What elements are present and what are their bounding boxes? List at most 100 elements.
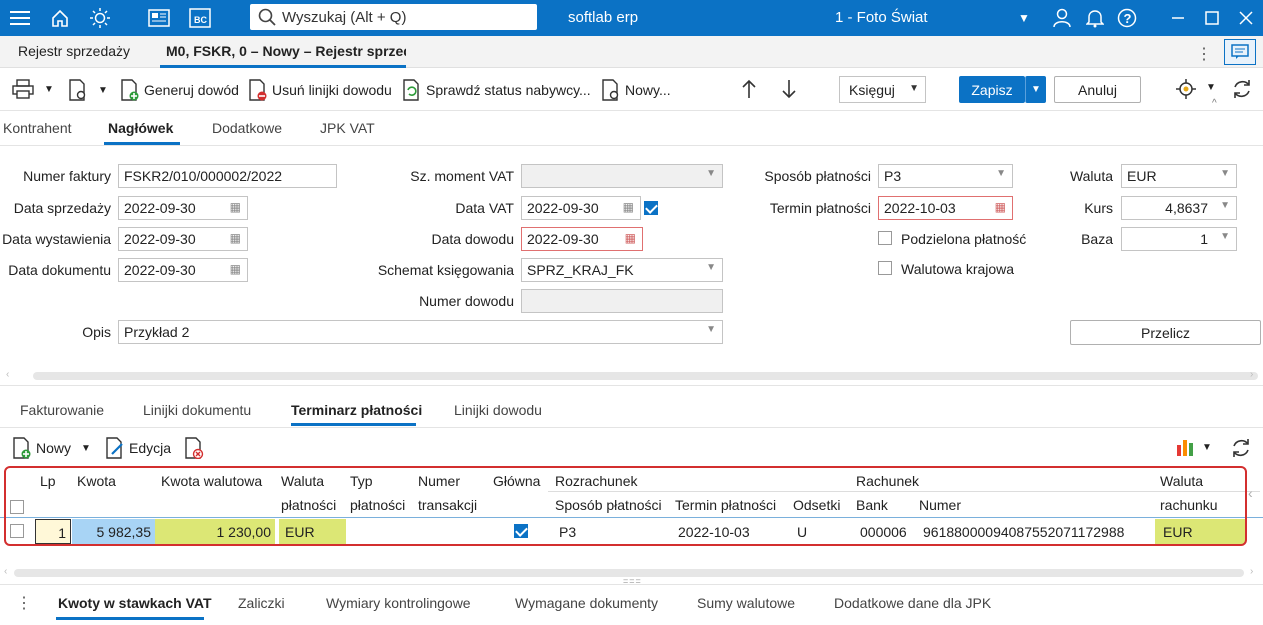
cell-transaction-number[interactable] (418, 519, 478, 544)
col-bank[interactable]: Bank (856, 497, 888, 513)
print-button[interactable]: ▼ (12, 79, 54, 99)
chat-icon[interactable] (1224, 39, 1256, 65)
tab-document-lines[interactable]: Linijki dokumentu (143, 402, 251, 418)
company-dropdown-icon[interactable]: ▼ (1012, 6, 1036, 30)
proof-date-field[interactable]: 2022-09-30 ▦ (521, 227, 643, 251)
select-all-checkbox[interactable] (10, 500, 24, 514)
tab-currency-totals[interactable]: Sumy walutowe (697, 595, 795, 611)
collapse-icon[interactable]: ^ (1212, 98, 1217, 109)
tab-vat-rate-amounts[interactable]: Kwoty w stawkach VAT (58, 595, 212, 611)
due-date-field[interactable]: 2022-10-03 ▦ (878, 196, 1013, 220)
row-checkbox[interactable] (10, 524, 24, 538)
chevron-down-icon[interactable]: ▼ (1202, 442, 1212, 453)
calendar-icon[interactable]: ▦ (623, 200, 634, 214)
calendar-icon[interactable]: ▦ (625, 231, 636, 245)
cell-payment-currency[interactable]: EUR (279, 519, 346, 544)
col-lp[interactable]: Lp (40, 473, 56, 489)
search-input[interactable]: Wyszukaj (Alt + Q) (250, 4, 537, 30)
col-main[interactable]: Główna (493, 473, 540, 489)
delete-row-icon[interactable] (184, 437, 204, 462)
description-select[interactable]: Przykład 2 ▼ (118, 320, 723, 344)
col-payment-currency[interactable]: Waluta (281, 473, 324, 489)
tab-payment-schedule[interactable]: Terminarz płatności (291, 402, 422, 418)
col-amount[interactable]: Kwota (77, 473, 116, 489)
col-due-date[interactable]: Termin płatności (675, 497, 776, 513)
save-button[interactable]: Zapisz (959, 76, 1025, 103)
news-icon[interactable] (147, 6, 171, 30)
domestic-currency-checkbox[interactable] (878, 261, 892, 275)
cell-payment-method[interactable]: P3 (559, 519, 576, 544)
scroll-right-icon[interactable]: › (1250, 566, 1253, 577)
collapse-panel-icon[interactable]: ‹ (1248, 485, 1253, 501)
vat-date-checkbox[interactable] (644, 201, 658, 215)
scroll-right-icon[interactable]: › (1250, 369, 1253, 380)
col-payment-method[interactable]: Sposób płatności (555, 497, 662, 513)
delete-proof-lines-button[interactable]: Usuń linijki dowodu (248, 79, 392, 101)
tab-required-documents[interactable]: Wymagane dokumenty (515, 595, 658, 611)
tab-additional[interactable]: Dodatkowe (212, 120, 282, 136)
arrow-up-icon[interactable] (740, 78, 758, 103)
tab-proof-lines[interactable]: Linijki dowodu (454, 402, 542, 418)
col-account-number[interactable]: Numer (919, 497, 961, 513)
cell-currency-amount[interactable]: 1 230,00 (155, 519, 275, 544)
cell-bank[interactable]: 000006 (860, 519, 907, 544)
document-date-field[interactable]: 2022-09-30 ▦ (118, 258, 248, 282)
hamburger-menu-icon[interactable] (8, 6, 32, 30)
tab-invoicing[interactable]: Fakturowanie (20, 402, 104, 418)
cell-lp[interactable]: 1 (35, 519, 71, 544)
col-account-currency[interactable]: Waluta (1160, 473, 1203, 489)
currency-select[interactable]: EUR ▼ (1121, 164, 1237, 188)
arrow-down-icon[interactable] (780, 78, 798, 103)
maximize-icon[interactable] (1200, 6, 1224, 30)
col-transaction-number[interactable]: Numer (418, 473, 460, 489)
tab-jpk-vat[interactable]: JPK VAT (320, 120, 375, 136)
user-icon[interactable] (1050, 6, 1074, 30)
check-buyer-status-button[interactable]: Sprawdź status nabywcy... (402, 79, 591, 101)
tab-current-document[interactable]: M0, FSKR, 0 – Nowy – Rejestr sprzedaż (166, 43, 406, 59)
tab-controlling-dimensions[interactable]: Wymiary kontrolingowe (326, 595, 471, 611)
cell-amount[interactable]: 5 982,35 (72, 519, 155, 544)
close-icon[interactable] (1234, 6, 1258, 30)
refresh-icon[interactable] (1230, 437, 1252, 462)
settings-icon[interactable] (1175, 78, 1197, 103)
calendar-icon[interactable]: ▦ (230, 262, 241, 276)
generate-proof-button[interactable]: Generuj dowód (120, 79, 239, 101)
vat-date-field[interactable]: 2022-09-30 ▦ (521, 196, 641, 220)
chart-icon[interactable] (1176, 437, 1198, 460)
tab-header[interactable]: Nagłówek (108, 120, 173, 136)
minimize-icon[interactable] (1166, 6, 1190, 30)
post-select[interactable]: Księguj ▼ (839, 76, 926, 103)
more-options-icon[interactable]: ⋮ (1196, 44, 1212, 64)
document-settings-button[interactable]: ▼ (68, 79, 108, 101)
new-button[interactable]: Nowy... (601, 79, 671, 101)
cancel-button[interactable]: Anuluj (1054, 76, 1141, 103)
scroll-left-icon[interactable]: ‹ (6, 369, 9, 380)
scroll-left-icon[interactable]: ‹ (4, 566, 7, 577)
tab-sales-register[interactable]: Rejestr sprzedaży (18, 43, 130, 59)
col-interest[interactable]: Odsetki (793, 497, 840, 513)
cell-account-number[interactable]: 96188000094087552071172988 (923, 519, 1124, 544)
more-options-icon[interactable]: ⋮ (16, 593, 32, 613)
payment-method-select[interactable]: P3 ▼ (878, 164, 1013, 188)
bell-icon[interactable] (1083, 6, 1107, 30)
cell-main-checkbox[interactable] (514, 524, 528, 538)
tab-jpk-additional-data[interactable]: Dodatkowe dane dla JPK (834, 595, 991, 611)
form-scrollbar[interactable] (33, 372, 1258, 380)
calendar-icon[interactable]: ▦ (230, 231, 241, 245)
base-field[interactable]: 1 ▼ (1121, 227, 1237, 251)
split-payment-checkbox[interactable] (878, 231, 892, 245)
new-row-button[interactable]: Nowy ▼ (12, 437, 91, 459)
cell-interest[interactable]: U (797, 519, 807, 544)
business-card-icon[interactable]: BC (188, 6, 212, 30)
issue-date-field[interactable]: 2022-09-30 ▦ (118, 227, 248, 251)
refresh-icon[interactable] (1231, 78, 1253, 103)
posting-scheme-select[interactable]: SPRZ_KRAJ_FK ▼ (521, 258, 723, 282)
help-icon[interactable]: ? (1115, 6, 1139, 30)
sun-icon[interactable] (88, 6, 112, 30)
save-dropdown-button[interactable]: ▼ (1025, 76, 1046, 103)
recalculate-button[interactable]: Przelicz (1070, 320, 1261, 345)
invoice-number-field[interactable]: FSKR2/010/000002/2022 (118, 164, 337, 188)
home-icon[interactable] (48, 6, 72, 30)
edit-button[interactable]: Edycja (105, 437, 171, 459)
col-payment-type[interactable]: Typ (350, 473, 373, 489)
